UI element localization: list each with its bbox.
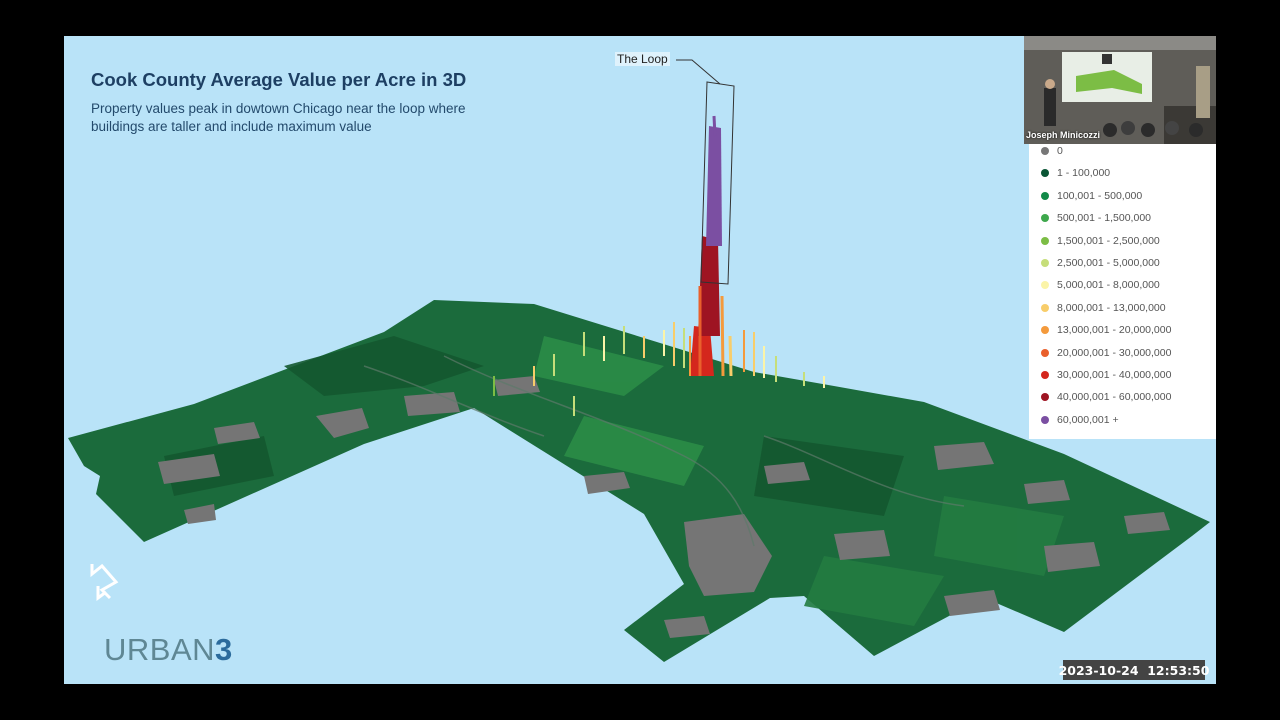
legend-item: 40,000,001 - 60,000,000 (1041, 388, 1171, 406)
legend-swatch (1041, 214, 1049, 223)
legend-item: 5,000,001 - 8,000,000 (1041, 276, 1160, 294)
legend-item: 500,001 - 1,500,000 (1041, 209, 1151, 227)
legend-label: 100,001 - 500,000 (1057, 189, 1143, 202)
legend-label: 8,000,001 - 13,000,000 (1057, 301, 1166, 314)
legend-swatch (1041, 236, 1049, 245)
legend-label: 20,000,001 - 30,000,000 (1057, 346, 1172, 359)
legend-swatch (1041, 371, 1049, 379)
legend-swatch (1041, 415, 1049, 424)
legend-label: 30,000,001 - 40,000,000 (1057, 369, 1172, 381)
legend-label: 1,500,001 - 2,500,000 (1057, 234, 1160, 247)
legend-swatch (1041, 303, 1049, 312)
legend-label: 1 - 100,000 (1057, 167, 1111, 180)
legend-label: 0 (1057, 145, 1063, 157)
legend-label: 40,000,001 - 60,000,000 (1057, 391, 1172, 404)
legend-label: 60,000,001 + (1057, 413, 1119, 426)
legend-item: 0 (1041, 142, 1063, 160)
speaker-video[interactable]: Joseph Minicozzi (1024, 36, 1216, 144)
legend-item: 1 - 100,000 (1041, 164, 1110, 182)
legend-label: 2,500,001 - 5,000,000 (1057, 257, 1160, 269)
legend-item: 100,001 - 500,000 (1041, 187, 1142, 205)
legend-swatch (1041, 393, 1049, 402)
legend-swatch (1041, 169, 1049, 178)
legend-item: 2,500,001 - 5,000,000 (1041, 254, 1160, 272)
slide-title: Cook County Average Value per Acre in 3D (91, 69, 467, 90)
legend-item: 60,000,001 + (1041, 411, 1119, 429)
loop-annotation-label: The Loop (615, 52, 670, 66)
urban3-logo: URBAN3 (104, 632, 233, 668)
legend-item: 1,500,001 - 2,500,000 (1041, 232, 1160, 250)
loop-tower (689, 115, 733, 377)
legend-swatch (1041, 326, 1049, 335)
brand-prefix: URBAN (104, 632, 216, 667)
slide-subtitle: Property values peak in dowtown Chicago … (91, 101, 466, 134)
legend-label: 500,001 - 1,500,000 (1057, 212, 1151, 225)
legend-swatch (1041, 259, 1049, 267)
legend-label: 5,000,001 - 8,000,000 (1057, 279, 1160, 292)
legend-item: 13,000,001 - 20,000,000 (1041, 321, 1171, 339)
legend-item: 30,000,001 - 40,000,000 (1041, 366, 1171, 384)
legend-label: 13,000,001 - 20,000,000 (1057, 324, 1172, 337)
video-scene (1024, 36, 1216, 144)
value-legend: 0 1 - 100,000 100,001 - 500,000 500,001 - 1… (1029, 140, 1216, 439)
brand-suffix: 3 (215, 632, 233, 667)
urban3-mark-icon (90, 563, 119, 601)
recording-timestamp: 2023-10-24 12:53:50 (1059, 660, 1209, 680)
legend-swatch (1041, 348, 1049, 357)
speaker-name: Joseph Minicozzi (1026, 130, 1101, 140)
presentation-slide: Cook County Average Value per Acre in 3D… (64, 36, 1216, 684)
legend-item: 8,000,001 - 13,000,000 (1041, 299, 1166, 317)
legend-swatch (1041, 281, 1049, 290)
legend-swatch (1041, 191, 1049, 200)
legend-item: 20,000,001 - 30,000,000 (1041, 344, 1171, 362)
legend-swatch (1041, 147, 1049, 155)
